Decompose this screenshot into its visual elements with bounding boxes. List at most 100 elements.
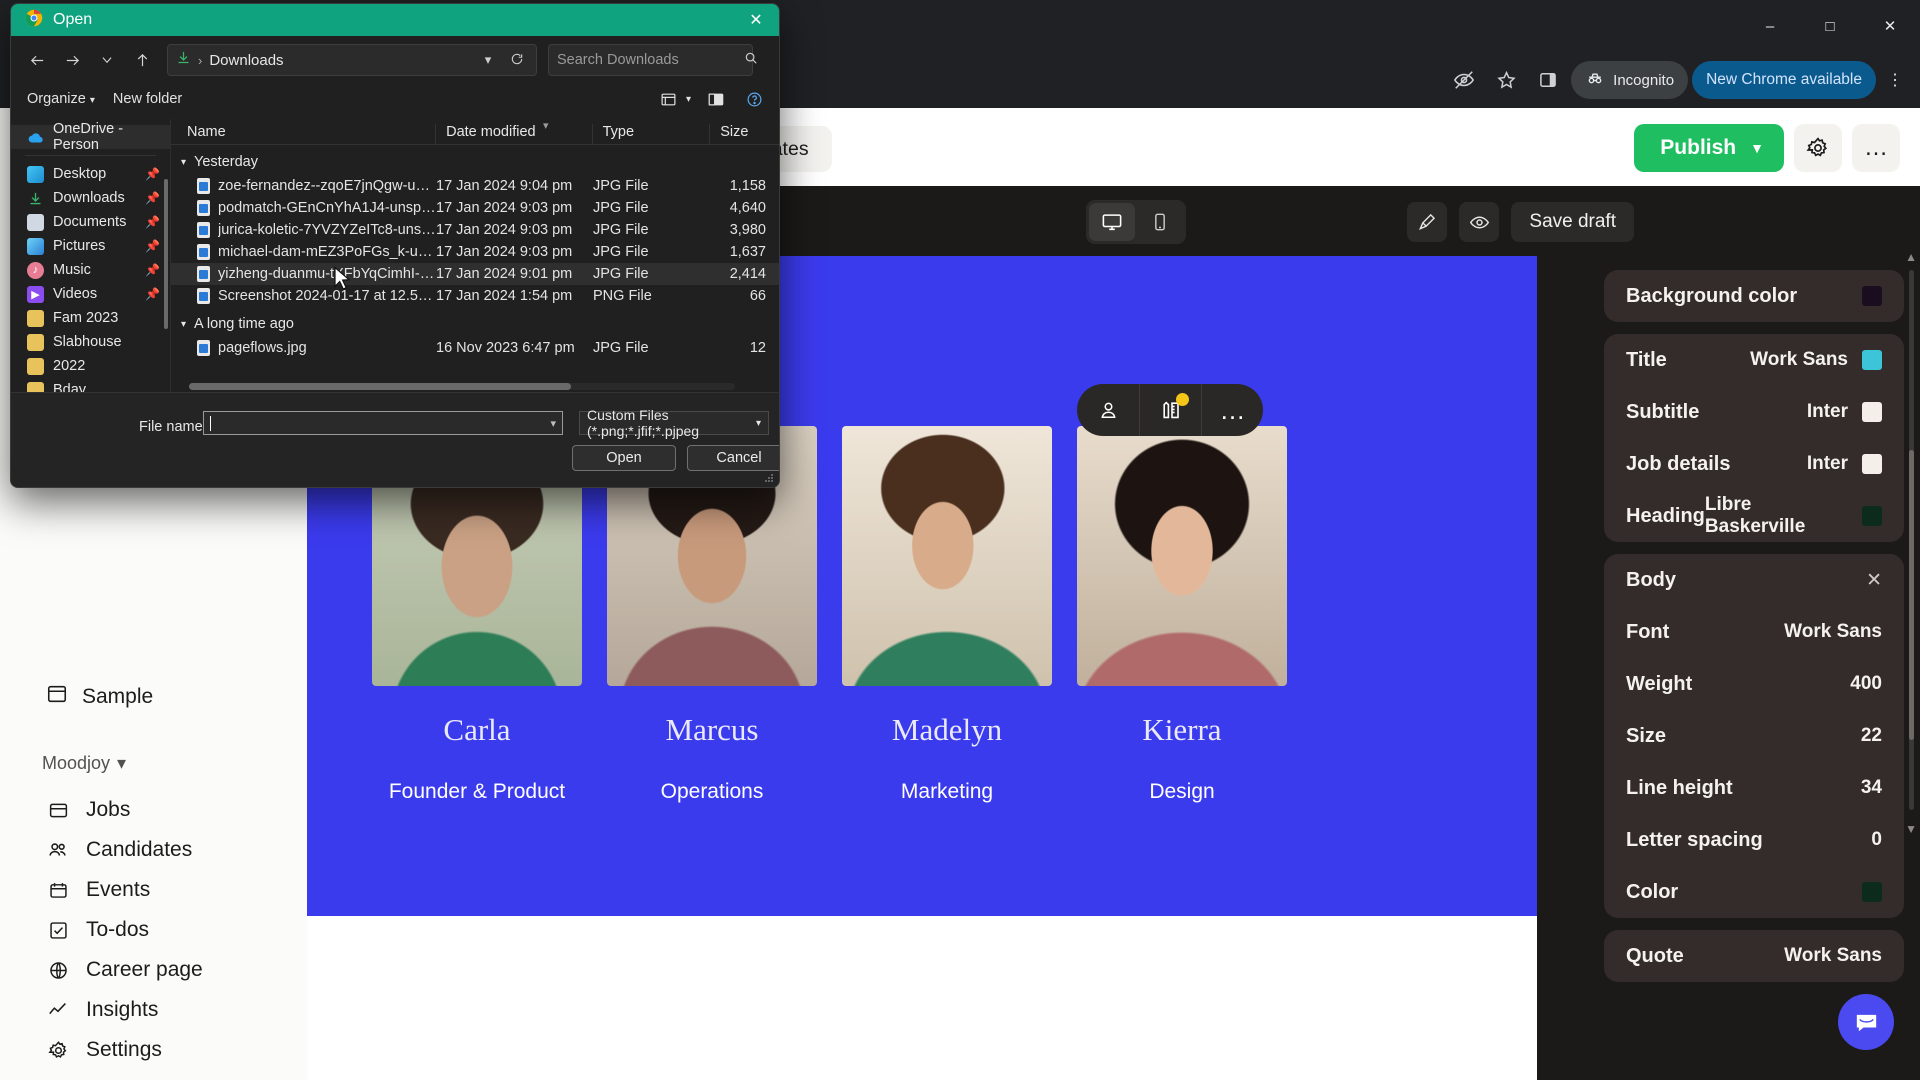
background-color-swatch[interactable] [1862, 286, 1882, 306]
chevron-down-icon[interactable]: ▾ [550, 417, 556, 430]
search-input[interactable] [557, 52, 744, 68]
bookmark-star-icon[interactable] [1487, 61, 1525, 99]
pin-icon[interactable]: 📌 [145, 191, 160, 205]
sidebar-item-events[interactable]: Events [42, 870, 312, 910]
style-color-swatch[interactable] [1862, 402, 1882, 422]
pin-icon[interactable]: 📌 [145, 215, 160, 229]
file-type-select[interactable]: Custom Files (*.png;*.jfif;*.pjpeg ▾ [579, 407, 769, 439]
close-window-button[interactable]: ✕ [1860, 0, 1920, 52]
side-panel-icon[interactable] [1529, 61, 1567, 99]
resize-grip[interactable] [764, 473, 774, 483]
view-list-icon[interactable] [656, 88, 682, 110]
photo-madelyn[interactable] [842, 426, 1052, 686]
scroll-up-arrow[interactable]: ▲ [1905, 250, 1917, 264]
breadcrumb[interactable]: › Downloads ▾ [167, 44, 537, 76]
tree-item-documents[interactable]: Documents 📌 [11, 210, 170, 234]
file-list-scrollbar-thumb[interactable] [189, 383, 572, 390]
column-header-size[interactable]: Size [709, 124, 779, 144]
pin-icon[interactable]: 📌 [145, 263, 160, 277]
body-size-row[interactable]: Size 22 [1626, 710, 1882, 762]
table-row[interactable]: michael-dam-mEZ3PoFGs_k-unsplash.jpg 17 … [171, 241, 779, 263]
team-member[interactable]: Madelyn Marketing [842, 426, 1052, 804]
save-draft-button[interactable]: Save draft [1511, 202, 1634, 242]
sidebar-item-settings[interactable]: Settings [42, 1030, 312, 1070]
chat-bubble-button[interactable] [1838, 994, 1894, 1050]
tree-item-videos[interactable]: ▶ Videos 📌 [11, 282, 170, 306]
view-chevron-icon[interactable]: ▾ [686, 94, 691, 105]
search-icon[interactable] [744, 51, 758, 70]
tree-item-desktop[interactable]: Desktop 📌 [11, 162, 170, 186]
tree-item-fam-2023[interactable]: Fam 2023 [11, 306, 170, 330]
file-name-field[interactable]: ▾ [203, 411, 563, 435]
organize-button[interactable]: Organize ▾ [27, 91, 95, 107]
file-name-input[interactable] [211, 415, 551, 431]
body-weight-row[interactable]: Weight 400 [1626, 658, 1882, 710]
file-list-horizontal-scrollbar[interactable] [189, 383, 735, 390]
sidebar-item-jobs[interactable]: Jobs [42, 790, 312, 830]
device-mobile-button[interactable] [1137, 203, 1183, 241]
style-color-swatch[interactable] [1862, 454, 1882, 474]
breadcrumb-chevron-icon[interactable]: ▾ [477, 52, 499, 68]
table-row[interactable]: jurica-koletic-7YVZYZeITc8-unsplash.jpg … [171, 219, 779, 241]
body-font-row[interactable]: Font Work Sans [1626, 606, 1882, 658]
body-color-row[interactable]: Color [1626, 866, 1882, 918]
close-icon[interactable]: ✕ [1866, 569, 1882, 592]
body-color-swatch[interactable] [1862, 882, 1882, 902]
background-color-row[interactable]: Background color [1626, 270, 1882, 322]
incognito-indicator[interactable]: Incognito [1571, 61, 1689, 99]
dialog-title-bar[interactable]: Open ✕ [11, 4, 779, 36]
style-color-swatch[interactable] [1862, 506, 1882, 526]
table-row[interactable]: yizheng-duanmu-tXFbYqCimhI-unsplash.j...… [171, 263, 779, 285]
tree-item-pictures[interactable]: Pictures 📌 [11, 234, 170, 258]
tree-scrollbar-thumb[interactable] [164, 179, 168, 329]
tree-item-slabhouse[interactable]: Slabhouse [11, 330, 170, 354]
table-row[interactable]: podmatch-GEnCnYhA1J4-unsplash.jpg 17 Jan… [171, 197, 779, 219]
workspace-switcher[interactable]: Moodjoy ▾ [42, 753, 126, 774]
up-one-level-button[interactable] [126, 44, 158, 76]
photo-kierra[interactable] [1077, 426, 1287, 686]
publish-button[interactable]: Publish ▼ [1634, 124, 1784, 172]
table-row[interactable]: zoe-fernandez--zqoE7jnQgw-unsplash.jpg 1… [171, 175, 779, 197]
person-crop-button[interactable] [1077, 384, 1139, 436]
pin-icon[interactable]: 📌 [145, 167, 160, 181]
file-group-header-yesterday[interactable]: ▾ Yesterday [171, 149, 779, 175]
pin-icon[interactable]: 📌 [145, 287, 160, 301]
style-color-swatch[interactable] [1862, 350, 1882, 370]
minimize-button[interactable]: – [1740, 0, 1800, 52]
body-letter-spacing-row[interactable]: Letter spacing 0 [1626, 814, 1882, 866]
brush-button[interactable] [1407, 202, 1448, 242]
refresh-icon[interactable] [506, 52, 528, 69]
recent-locations-button[interactable] [91, 44, 123, 76]
style-row-subtitle[interactable]: Subtitle Inter [1626, 386, 1882, 438]
column-header-date[interactable]: Date modified [435, 124, 591, 144]
back-button[interactable] [21, 44, 53, 76]
new-folder-button[interactable]: New folder [113, 91, 182, 107]
edit-measure-button[interactable] [1139, 384, 1201, 436]
device-desktop-button[interactable] [1089, 203, 1135, 241]
chrome-menu-icon[interactable]: ⋮ [1880, 61, 1910, 99]
team-member[interactable]: Kierra Design [1077, 426, 1287, 804]
cancel-button[interactable]: Cancel [687, 445, 779, 471]
image-more-button[interactable]: … [1201, 384, 1263, 436]
style-row-heading[interactable]: Heading Libre Baskerville [1626, 490, 1882, 542]
tree-item-bday[interactable]: Bday [11, 378, 170, 392]
preview-button[interactable] [1459, 202, 1500, 242]
open-button[interactable]: Open [572, 445, 676, 471]
pin-icon[interactable]: 📌 [145, 239, 160, 253]
panel-scrollbar-thumb[interactable] [1909, 450, 1914, 740]
column-header-name[interactable]: Name [171, 124, 435, 144]
tree-item-downloads[interactable]: Downloads 📌 [11, 186, 170, 210]
table-row[interactable]: pageflows.jpg 16 Nov 2023 6:47 pm JPG Fi… [171, 337, 779, 359]
quote-row[interactable]: Quote Work Sans [1626, 930, 1882, 982]
sidebar-item-todos[interactable]: To-dos [42, 910, 312, 950]
body-line-height-row[interactable]: Line height 34 [1626, 762, 1882, 814]
new-chrome-available-button[interactable]: New Chrome available [1692, 61, 1876, 99]
more-options-button[interactable]: … [1852, 124, 1900, 172]
panel-scrollbar[interactable] [1909, 270, 1914, 810]
style-row-job-details[interactable]: Job details Inter [1626, 438, 1882, 490]
tree-item-music[interactable]: ♪ Music 📌 [11, 258, 170, 282]
forward-button[interactable] [56, 44, 88, 76]
tree-item-onedrive[interactable]: OneDrive - Person [11, 121, 170, 153]
sidebar-item-candidates[interactable]: Candidates [42, 830, 312, 870]
help-icon[interactable] [741, 88, 767, 110]
